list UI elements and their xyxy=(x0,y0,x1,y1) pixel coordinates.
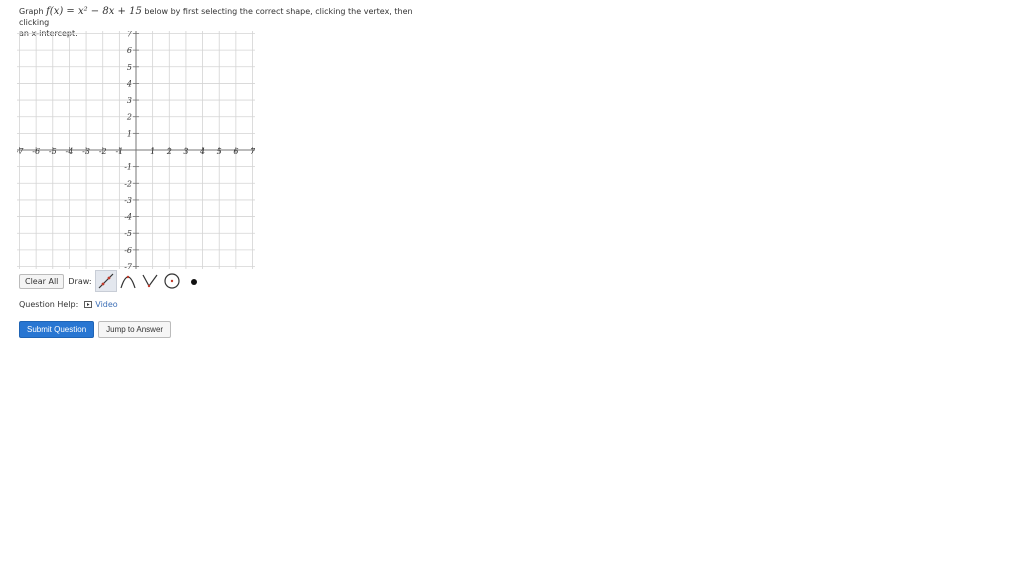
line-tool[interactable] xyxy=(94,270,117,292)
parabola-down-icon xyxy=(119,275,136,289)
x-tick-label: 3 xyxy=(183,147,188,156)
circle-icon xyxy=(163,273,180,289)
x-tick-label: -7 xyxy=(17,147,24,156)
video-link[interactable]: Video xyxy=(84,300,118,309)
x-tick-label: 4 xyxy=(199,147,205,156)
clear-all-button[interactable]: Clear All xyxy=(19,273,65,289)
y-tick-label: -5 xyxy=(124,229,132,238)
x-tick-label: -2 xyxy=(99,147,107,156)
point-icon xyxy=(190,279,197,285)
x-tick-label: -5 xyxy=(49,147,57,156)
y-tick-label: -6 xyxy=(124,246,132,255)
parabola-down-tool[interactable] xyxy=(117,270,139,292)
y-tick-label: 6 xyxy=(127,46,132,55)
absolute-value-tool[interactable] xyxy=(139,270,161,292)
question-help: Question Help: Video xyxy=(19,300,118,309)
y-tick-label: -1 xyxy=(124,163,132,172)
graph-canvas[interactable]: -7-6-5-4-3-2-11234567 7654321-1-2-3-4-5-… xyxy=(17,31,255,269)
x-tick-label: 2 xyxy=(166,147,172,156)
point-tool[interactable] xyxy=(183,270,205,292)
play-video-icon xyxy=(84,301,93,308)
y-tick-label: 5 xyxy=(127,63,132,72)
line-icon xyxy=(98,273,113,289)
question-actions: Submit Question Jump to Answer xyxy=(19,321,172,338)
submit-question-button[interactable]: Submit Question xyxy=(19,321,95,338)
jump-to-answer-button[interactable]: Jump to Answer xyxy=(98,321,172,338)
x-tick-label: -6 xyxy=(32,147,40,156)
question-help-label: Question Help: xyxy=(19,300,79,309)
y-tick-label: -2 xyxy=(124,179,132,188)
y-tick-label: 4 xyxy=(126,79,132,88)
function-expression: f(x) = x² − 8x + 15 xyxy=(46,6,142,17)
absolute-value-icon xyxy=(142,274,158,288)
x-tick-label: 1 xyxy=(150,147,155,156)
x-tick-label: 5 xyxy=(217,147,222,156)
x-tick-label: -3 xyxy=(82,147,90,156)
x-tick-label: 6 xyxy=(233,147,238,156)
x-tick-label: -1 xyxy=(115,147,123,156)
x-tick-label: -4 xyxy=(66,147,74,156)
y-tick-label: 7 xyxy=(127,31,133,38)
y-tick-label: -7 xyxy=(124,263,133,269)
draw-label: Draw: xyxy=(68,276,92,286)
y-tick-label: 1 xyxy=(127,129,132,138)
y-tick-label: 2 xyxy=(126,113,132,122)
y-tick-label: -3 xyxy=(124,196,132,205)
video-link-label: Video xyxy=(95,300,118,309)
y-tick-label: -4 xyxy=(124,213,132,222)
prompt-prefix: Graph xyxy=(19,7,44,16)
y-tick-label: 3 xyxy=(127,96,132,105)
circle-tool[interactable] xyxy=(161,270,183,292)
x-tick-label: 7 xyxy=(250,147,255,156)
graph-toolbar: Clear All Draw: xyxy=(19,270,205,292)
